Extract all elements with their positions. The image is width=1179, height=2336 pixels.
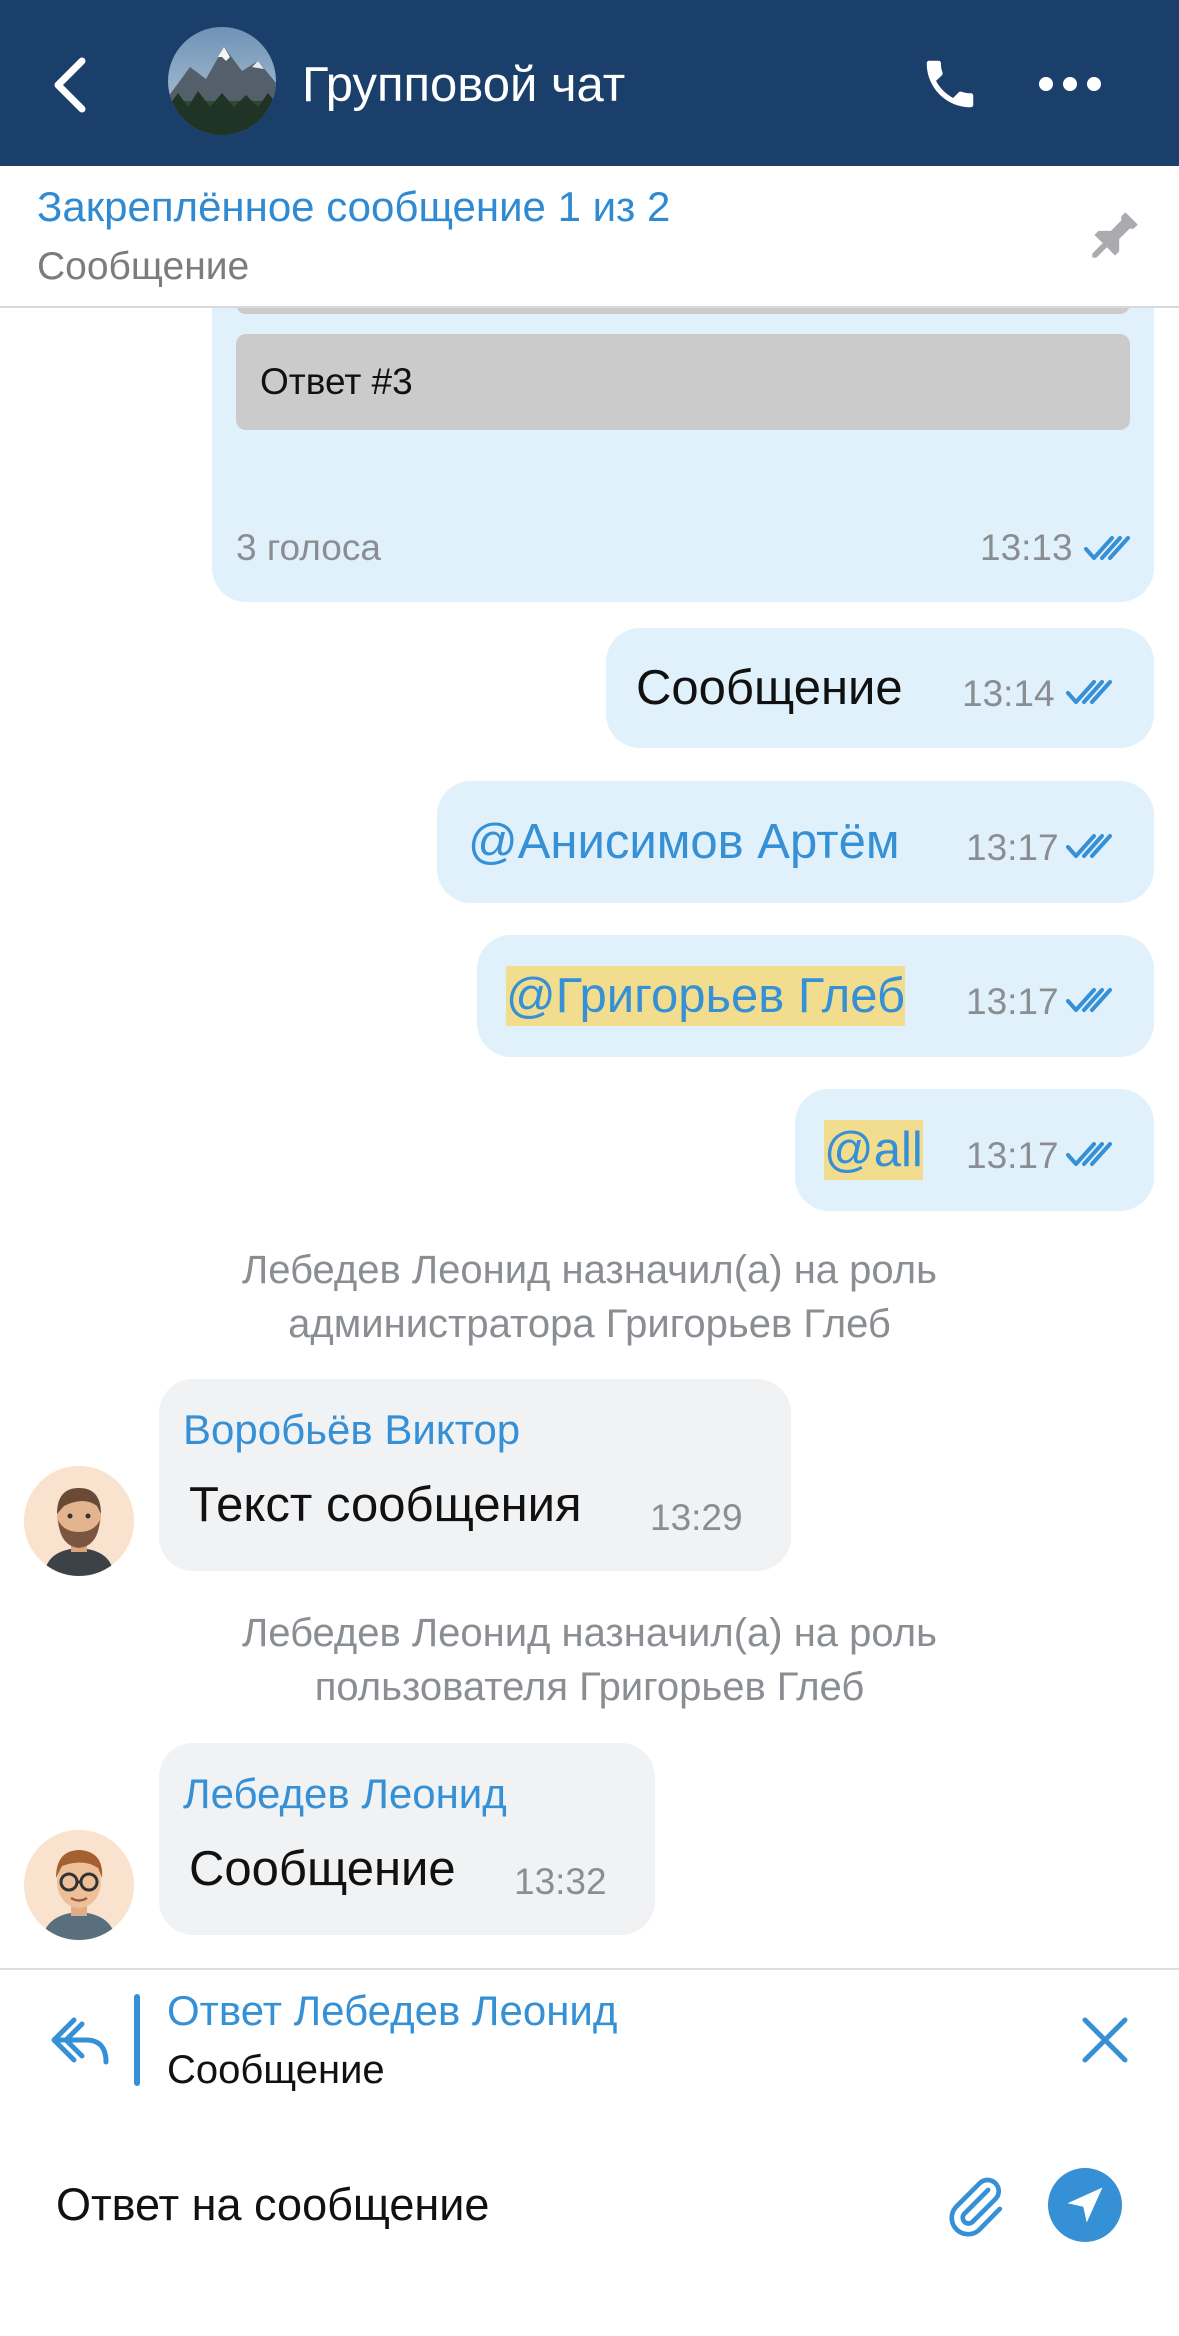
man-with-glasses-avatar-image bbox=[24, 1830, 134, 1940]
system-message-line: Лебедев Леонид назначил(а) на роль bbox=[242, 1611, 937, 1655]
message-list[interactable]: Ответ #3 3 голоса 13:13 Сообщение 13:14 … bbox=[0, 308, 1179, 1968]
avatar[interactable] bbox=[24, 1466, 134, 1576]
reply-title: Ответ Лебедев Леонид bbox=[167, 1987, 618, 2034]
paperclip-icon[interactable] bbox=[940, 2170, 1010, 2242]
message-time: 13:17 bbox=[966, 1135, 1059, 1176]
chat-title[interactable]: Групповой чат bbox=[302, 55, 625, 115]
pin-icon[interactable] bbox=[1078, 202, 1148, 272]
read-checkmarks-icon bbox=[1084, 536, 1130, 560]
poll-time: 13:13 bbox=[980, 527, 1073, 568]
poll-option-previous[interactable] bbox=[236, 308, 1130, 314]
reply-arrow-icon bbox=[51, 2017, 109, 2065]
system-message: Лебедев Леонид назначил(а) на роль польз… bbox=[0, 1606, 1179, 1714]
read-checkmarks-icon bbox=[1066, 988, 1112, 1012]
message-time: 13:14 bbox=[962, 673, 1055, 714]
message-time: 13:17 bbox=[966, 827, 1059, 868]
read-checkmarks-icon bbox=[1066, 1142, 1112, 1166]
mention-text[interactable]: @Анисимов Артём bbox=[468, 812, 900, 872]
ellipsis-icon bbox=[1039, 77, 1101, 91]
message-time: 13:29 bbox=[650, 1497, 743, 1538]
more-options-button[interactable] bbox=[1030, 48, 1110, 120]
message-text: Сообщение bbox=[189, 1842, 456, 1896]
call-button[interactable] bbox=[914, 48, 986, 120]
bearded-man-avatar-image bbox=[24, 1466, 134, 1576]
system-message-line: Лебедев Леонид назначил(а) на роль bbox=[242, 1248, 937, 1292]
mountain-landscape-image bbox=[168, 27, 276, 135]
sender-name[interactable]: Воробьёв Виктор bbox=[183, 1404, 520, 1456]
paper-plane-icon bbox=[1067, 2187, 1103, 2223]
message-time: 13:17 bbox=[966, 981, 1059, 1022]
read-checkmarks-icon bbox=[1066, 680, 1112, 704]
system-message-line: пользователя Григорьев Глеб bbox=[314, 1665, 865, 1709]
poll-option-label: Ответ #3 bbox=[260, 361, 413, 402]
back-button[interactable] bbox=[40, 45, 100, 125]
system-message: Лебедев Леонид назначил(а) на роль админ… bbox=[0, 1243, 1179, 1351]
send-button[interactable] bbox=[1048, 2168, 1122, 2242]
avatar[interactable] bbox=[24, 1830, 134, 1940]
phone-icon bbox=[926, 60, 974, 108]
read-checkmarks-icon bbox=[1066, 834, 1112, 858]
mention-text-highlighted[interactable]: @all bbox=[824, 1120, 923, 1180]
system-message-line: администратора Григорьев Глеб bbox=[288, 1302, 891, 1346]
reply-indicator-line bbox=[134, 1994, 140, 2086]
pinned-text: Сообщение bbox=[37, 245, 250, 288]
message-text: Текст сообщения bbox=[189, 1478, 582, 1532]
mention-text-highlighted[interactable]: @Григорьев Глеб bbox=[506, 966, 906, 1026]
poll-votes: 3 голоса bbox=[236, 527, 381, 568]
pinned-title: Закреплённое сообщение 1 из 2 bbox=[37, 183, 671, 230]
message-text: Сообщение bbox=[636, 661, 903, 715]
close-icon[interactable] bbox=[1075, 2010, 1135, 2070]
message-input[interactable] bbox=[56, 2175, 916, 2235]
poll-option[interactable]: Ответ #3 bbox=[236, 334, 1130, 430]
group-avatar[interactable] bbox=[168, 27, 276, 135]
chevron-left-icon bbox=[54, 57, 86, 113]
sender-name[interactable]: Лебедев Леонид bbox=[183, 1768, 507, 1820]
message-time: 13:32 bbox=[514, 1861, 607, 1902]
reply-text: Сообщение bbox=[167, 2048, 385, 2092]
